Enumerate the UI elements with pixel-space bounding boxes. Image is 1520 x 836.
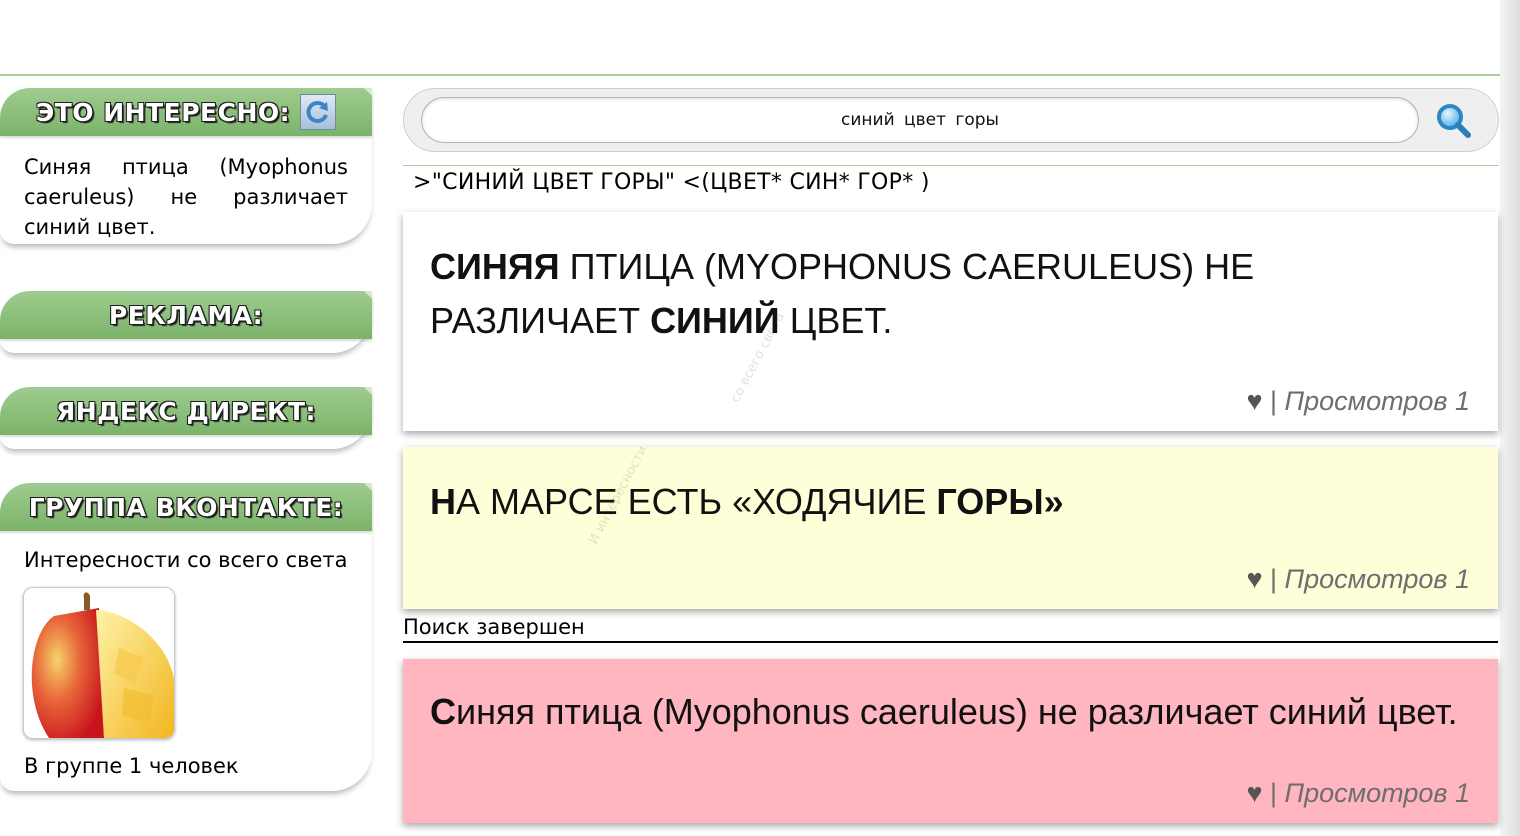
widget-vk-body: Интересности со всего света В группе 1 ч… bbox=[0, 531, 372, 791]
search-bar bbox=[403, 88, 1499, 152]
search-status: Поиск завершен bbox=[403, 614, 1498, 643]
vk-group-name[interactable]: Интересности со всего света bbox=[24, 545, 348, 575]
meta-separator: | bbox=[1262, 386, 1285, 416]
widget-ads-header: РЕКЛАМА: bbox=[0, 291, 372, 339]
search-input[interactable] bbox=[421, 97, 1419, 143]
widget-vk: ГРУППА ВКОНТАКТЕ: Интересности со всего … bbox=[0, 483, 372, 791]
vk-group-avatar[interactable] bbox=[23, 587, 175, 739]
meta-separator: | bbox=[1262, 778, 1285, 808]
refresh-icon[interactable] bbox=[300, 94, 337, 130]
views-count: Просмотров 1 bbox=[1284, 386, 1470, 416]
widget-interesting-text: Синяя птица (Myophonus caeruleus) не раз… bbox=[24, 155, 348, 239]
result-card[interactable]: На Марсе есть «ходячие горы» ♥ | Просмот… bbox=[403, 447, 1498, 609]
heart-icon[interactable]: ♥ bbox=[1246, 778, 1262, 808]
result-text-part: Н bbox=[430, 481, 456, 522]
widget-interesting: ЭТО ИНТЕРЕСНО: Синяя птица (Myophonus ca… bbox=[0, 88, 372, 244]
widget-direct-header: ЯНДЕКС ДИРЕКТ: bbox=[0, 387, 372, 435]
widget-vk-header: ГРУППА ВКОНТАКТЕ: bbox=[0, 483, 372, 531]
featured-meta: ♥ | Просмотров 1 bbox=[1246, 778, 1470, 809]
widget-direct: ЯНДЕКС ДИРЕКТ: bbox=[0, 387, 372, 449]
result-text-part: цвет. bbox=[779, 300, 893, 341]
featured-text[interactable]: Синяя птица (Myophonus caeruleus) не раз… bbox=[430, 685, 1462, 739]
views-count: Просмотров 1 bbox=[1284, 564, 1470, 594]
result-text-part: а Марсе есть «ходячие bbox=[456, 481, 937, 522]
widget-vk-title: ГРУППА ВКОНТАКТЕ: bbox=[28, 492, 344, 522]
featured-text-part: иняя птица (Myophonus caeruleus) не разл… bbox=[456, 691, 1458, 732]
widget-ads-body bbox=[0, 339, 372, 353]
featured-text-part: С bbox=[430, 691, 456, 732]
result-meta: ♥ | Просмотров 1 bbox=[1246, 564, 1470, 595]
scrollbar-track[interactable] bbox=[1500, 0, 1520, 836]
views-count: Просмотров 1 bbox=[1284, 778, 1470, 808]
result-card[interactable]: Синяя птица (Myophonus caeruleus) не раз… bbox=[403, 212, 1498, 431]
meta-separator: | bbox=[1262, 564, 1285, 594]
heart-icon[interactable]: ♥ bbox=[1246, 564, 1262, 594]
result-meta: ♥ | Просмотров 1 bbox=[1246, 386, 1470, 417]
search-icon bbox=[1437, 104, 1471, 138]
vk-members-count: В группе 1 человек bbox=[24, 754, 239, 778]
widget-direct-title: ЯНДЕКС ДИРЕКТ: bbox=[55, 396, 317, 426]
widget-interesting-title: ЭТО ИНТЕРЕСНО: bbox=[35, 97, 291, 127]
result-text-part: Синяя bbox=[430, 246, 560, 287]
top-header bbox=[0, 0, 1500, 76]
result-text-part: горы» bbox=[936, 481, 1064, 522]
widget-ads-title: РЕКЛАМА: bbox=[108, 300, 264, 330]
search-button[interactable] bbox=[1432, 99, 1474, 141]
query-expansion: >"СИНИЙ ЦВЕТ ГОРЫ" <(ЦВЕТ* СИН* ГОР* ) bbox=[403, 165, 1499, 196]
featured-card[interactable]: Синяя птица (Myophonus caeruleus) не раз… bbox=[403, 659, 1498, 823]
widget-ads: РЕКЛАМА: bbox=[0, 291, 372, 353]
heart-icon[interactable]: ♥ bbox=[1246, 386, 1262, 416]
result-text[interactable]: Синяя птица (Myophonus caeruleus) не раз… bbox=[430, 240, 1462, 348]
widget-direct-body bbox=[0, 435, 372, 449]
mango-image bbox=[24, 588, 174, 738]
widget-interesting-header: ЭТО ИНТЕРЕСНО: bbox=[0, 88, 372, 136]
refresh-icon-glyph bbox=[306, 101, 329, 123]
result-text-part: синий bbox=[650, 300, 780, 341]
result-text[interactable]: На Марсе есть «ходячие горы» bbox=[430, 475, 1462, 529]
